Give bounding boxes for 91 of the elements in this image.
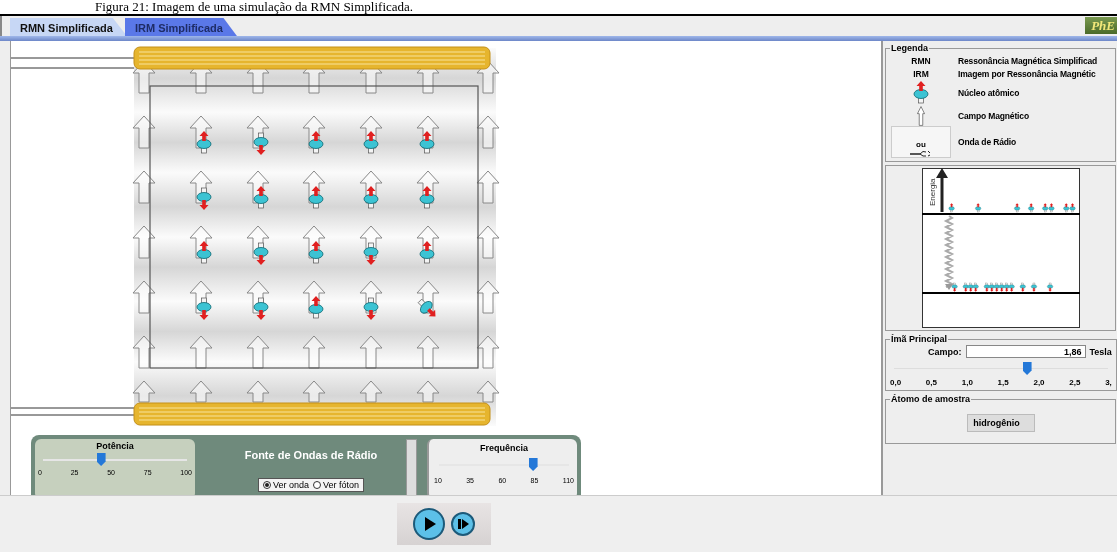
field-arrow-icon bbox=[359, 380, 383, 403]
nucleus-icon bbox=[363, 297, 379, 320]
wave-strength-bar bbox=[406, 439, 417, 495]
nucleus-icon bbox=[253, 297, 269, 320]
slider-thumb[interactable] bbox=[96, 453, 106, 466]
panel-title: Fonte de Ondas de Rádio bbox=[244, 449, 378, 461]
abbreviation: RMN bbox=[910, 55, 932, 66]
legend-panel: Legenda RMN Ressonância Magnética Simplificad IRM Imagem por Ressonância Magnétic Núcleo atômico Campo Magnético ou Onda de Rádio bbox=[885, 43, 1116, 162]
slider-thumb[interactable] bbox=[1022, 362, 1032, 375]
magnet-panel: Ímã Principal Campo: 1,86 Tesla 0,0 0,5 1,0 1,5 2,0 2,5 3, bbox=[885, 334, 1117, 391]
nucleus-icon bbox=[419, 131, 435, 154]
nucleus-icon bbox=[308, 241, 324, 264]
nucleus-icon bbox=[196, 187, 212, 210]
tick-label: 2,5 bbox=[1069, 378, 1081, 387]
nucleus-icon bbox=[419, 241, 435, 264]
field-arrow-icon bbox=[416, 335, 440, 369]
nucleus-icon bbox=[363, 186, 379, 209]
nucleus-icon bbox=[417, 298, 436, 317]
nucleus-icon bbox=[308, 186, 324, 209]
small-nucleus-icon bbox=[1013, 203, 1020, 213]
nucleus-icon bbox=[253, 242, 269, 265]
tick-label: 3, bbox=[1105, 378, 1112, 387]
field-arrow-icon bbox=[189, 380, 213, 403]
tab[interactable]: RMN Simplificada bbox=[10, 18, 127, 36]
field-arrow-icon bbox=[476, 280, 500, 314]
slider-thumb[interactable] bbox=[528, 458, 538, 471]
small-nucleus-icon bbox=[974, 203, 981, 213]
legend-text: Núcleo atômico bbox=[958, 88, 1020, 98]
field-arrow-icon bbox=[476, 170, 500, 204]
small-nucleus-icon bbox=[1019, 282, 1026, 292]
legend-text: Campo Magnético bbox=[958, 111, 1029, 121]
figure-caption: Figura 21: Imagem de uma simulação da RMN Simplificada. bbox=[94, 0, 415, 14]
small-nucleus-icon bbox=[948, 203, 955, 213]
small-nucleus-icon bbox=[951, 282, 958, 292]
field-arrow-icon bbox=[132, 280, 156, 314]
nucleus-icon bbox=[253, 186, 269, 209]
nucleus-icon bbox=[419, 186, 435, 209]
step-button[interactable] bbox=[451, 512, 475, 536]
field-label: Campo: bbox=[928, 346, 962, 357]
energy-axis bbox=[935, 168, 948, 212]
tick-label: 2,0 bbox=[1033, 378, 1045, 387]
field-arrow-icon bbox=[302, 335, 326, 369]
field-arrow-icon bbox=[132, 380, 156, 403]
field-arrow-icon bbox=[132, 170, 156, 204]
legend-text: Imagem por Ressonância Magnétic bbox=[958, 68, 1096, 79]
field-arrow-icon bbox=[246, 380, 270, 403]
nucleus-icon bbox=[196, 241, 212, 264]
atom-dropdown[interactable]: hidrogênio bbox=[966, 414, 1035, 432]
tick-label: 0,0 bbox=[890, 378, 902, 387]
nucleus-shape bbox=[913, 81, 929, 104]
radio-option[interactable]: Ver onda bbox=[262, 480, 309, 490]
photon-icon bbox=[910, 149, 932, 157]
radio-wave-legend: ou bbox=[891, 126, 951, 158]
field-arrow-icon bbox=[132, 115, 156, 149]
small-nucleus-icon bbox=[1046, 282, 1053, 292]
unit-label: Tesla bbox=[1089, 346, 1112, 357]
field-arrow-icon bbox=[416, 380, 440, 403]
legend-text: Ressonância Magnética Simplificad bbox=[958, 55, 1098, 66]
field-arrow-icon bbox=[246, 335, 270, 369]
nucleus-icon bbox=[308, 131, 324, 154]
small-nucleus-icon bbox=[1027, 203, 1034, 213]
tick-label: 1,5 bbox=[997, 378, 1009, 387]
abbreviation: IRM bbox=[912, 68, 930, 79]
tick-label: 0,5 bbox=[925, 378, 937, 387]
field-arrow-icon bbox=[476, 225, 500, 259]
nucleus-icon bbox=[308, 296, 324, 319]
legend-text: Onda de Rádio bbox=[958, 137, 1017, 147]
nucleus-icon bbox=[363, 131, 379, 154]
nucleus-icon bbox=[253, 132, 269, 155]
field-arrow-icon bbox=[302, 380, 326, 403]
nucleus-icon bbox=[196, 297, 212, 320]
field-arrow-icon bbox=[359, 335, 383, 369]
sample-panel: Átomo de amostra hidrogênio bbox=[885, 394, 1116, 444]
field-arrow-icon bbox=[476, 335, 500, 369]
radio-icon[interactable] bbox=[262, 481, 271, 489]
field-arrow-icon bbox=[476, 380, 500, 403]
field-arrow-icon bbox=[189, 335, 213, 369]
field-arrow-icon bbox=[132, 335, 156, 369]
radio-option[interactable]: Ver fóton bbox=[313, 480, 360, 490]
small-nucleus-icon bbox=[1030, 282, 1037, 292]
nucleus-icon bbox=[196, 131, 212, 154]
field-arrow-icon bbox=[132, 225, 156, 259]
radio-icon[interactable] bbox=[313, 481, 321, 489]
axis-label: Energia bbox=[927, 178, 937, 206]
field-arrow-icon bbox=[914, 106, 928, 126]
play-button[interactable] bbox=[413, 508, 445, 540]
field-input[interactable]: 1,86 bbox=[965, 345, 1086, 358]
nucleus-icon bbox=[363, 242, 379, 265]
tick-label: 1,0 bbox=[961, 378, 973, 387]
logo: PhE bbox=[1085, 17, 1117, 34]
field-arrow-icon bbox=[476, 115, 500, 149]
